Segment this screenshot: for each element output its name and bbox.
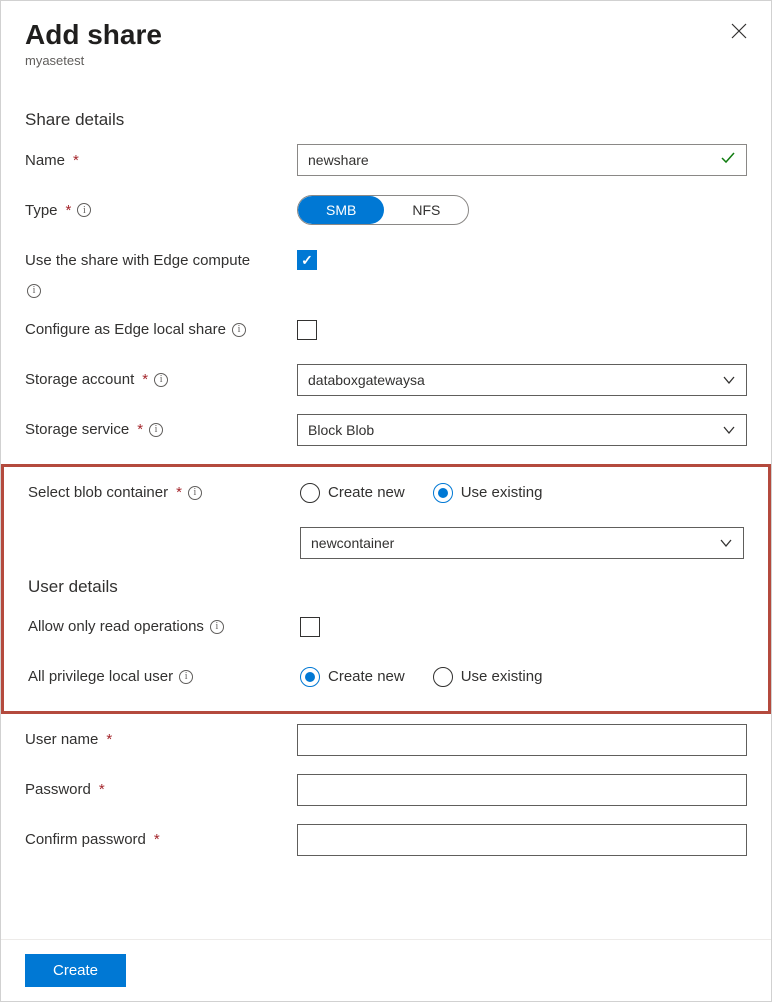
blob-container-label: Select blob container xyxy=(28,484,168,501)
edge-local-checkbox[interactable] xyxy=(297,320,317,340)
confirm-password-label: Confirm password xyxy=(25,831,146,848)
required-marker: * xyxy=(66,202,72,219)
blob-container-radio-group: Create new Use existing xyxy=(300,483,542,503)
name-input[interactable]: newshare xyxy=(297,144,747,176)
page-title: Add share xyxy=(25,19,747,51)
storage-account-select[interactable]: databoxgatewaysa xyxy=(297,364,747,396)
edge-compute-label: Use the share with Edge compute xyxy=(25,252,250,269)
privilege-user-label: All privilege local user xyxy=(28,668,173,685)
user-existing-label: Use existing xyxy=(461,668,543,685)
edge-compute-checkbox[interactable] xyxy=(297,250,317,270)
blob-container-select[interactable]: newcontainer xyxy=(300,527,744,559)
chevron-down-icon xyxy=(719,536,733,550)
required-marker: * xyxy=(137,421,143,438)
chevron-down-icon xyxy=(722,373,736,387)
required-marker: * xyxy=(73,152,79,169)
close-button[interactable] xyxy=(731,23,747,39)
required-marker: * xyxy=(106,731,112,748)
storage-service-value: Block Blob xyxy=(308,422,374,438)
radio-icon xyxy=(300,483,320,503)
username-label: User name xyxy=(25,731,98,748)
create-button[interactable]: Create xyxy=(25,954,126,987)
info-icon[interactable]: i xyxy=(232,323,246,337)
blob-use-existing-option[interactable]: Use existing xyxy=(433,483,543,503)
info-icon[interactable]: i xyxy=(27,284,41,298)
password-input[interactable] xyxy=(297,774,747,806)
required-marker: * xyxy=(142,371,148,388)
required-marker: * xyxy=(154,831,160,848)
name-input-value: newshare xyxy=(308,152,369,168)
confirm-password-input[interactable] xyxy=(297,824,747,856)
chevron-down-icon xyxy=(722,423,736,437)
read-only-label: Allow only read operations xyxy=(28,618,204,635)
info-icon[interactable]: i xyxy=(77,203,91,217)
blob-container-value: newcontainer xyxy=(311,535,394,551)
share-details-heading: Share details xyxy=(25,110,747,130)
blob-create-label: Create new xyxy=(328,484,405,501)
edge-local-label: Configure as Edge local share xyxy=(25,321,226,338)
storage-service-label: Storage service xyxy=(25,421,129,438)
info-icon[interactable]: i xyxy=(210,620,224,634)
user-create-new-option[interactable]: Create new xyxy=(300,667,405,687)
required-marker: * xyxy=(99,781,105,798)
info-icon[interactable]: i xyxy=(149,423,163,437)
radio-icon xyxy=(433,667,453,687)
password-label: Password xyxy=(25,781,91,798)
info-icon[interactable]: i xyxy=(188,486,202,500)
storage-account-label: Storage account xyxy=(25,371,134,388)
type-option-nfs[interactable]: NFS xyxy=(384,196,468,224)
page-subtitle: myasetest xyxy=(25,53,747,68)
blob-create-new-option[interactable]: Create new xyxy=(300,483,405,503)
highlighted-section: Select blob container * i Create new Use… xyxy=(1,464,771,714)
close-icon xyxy=(731,26,747,42)
radio-icon xyxy=(433,483,453,503)
type-option-smb[interactable]: SMB xyxy=(298,196,384,224)
radio-icon xyxy=(300,667,320,687)
read-only-checkbox[interactable] xyxy=(300,617,320,637)
username-input[interactable] xyxy=(297,724,747,756)
user-use-existing-option[interactable]: Use existing xyxy=(433,667,543,687)
type-toggle: SMB NFS xyxy=(297,195,469,225)
storage-service-select[interactable]: Block Blob xyxy=(297,414,747,446)
required-marker: * xyxy=(176,484,182,501)
privilege-user-radio-group: Create new Use existing xyxy=(300,667,542,687)
name-label: Name xyxy=(25,152,65,169)
type-label: Type xyxy=(25,202,58,219)
info-icon[interactable]: i xyxy=(154,373,168,387)
user-details-heading: User details xyxy=(28,577,744,597)
user-create-label: Create new xyxy=(328,668,405,685)
check-icon xyxy=(720,150,736,171)
info-icon[interactable]: i xyxy=(179,670,193,684)
blob-existing-label: Use existing xyxy=(461,484,543,501)
storage-account-value: databoxgatewaysa xyxy=(308,372,425,388)
